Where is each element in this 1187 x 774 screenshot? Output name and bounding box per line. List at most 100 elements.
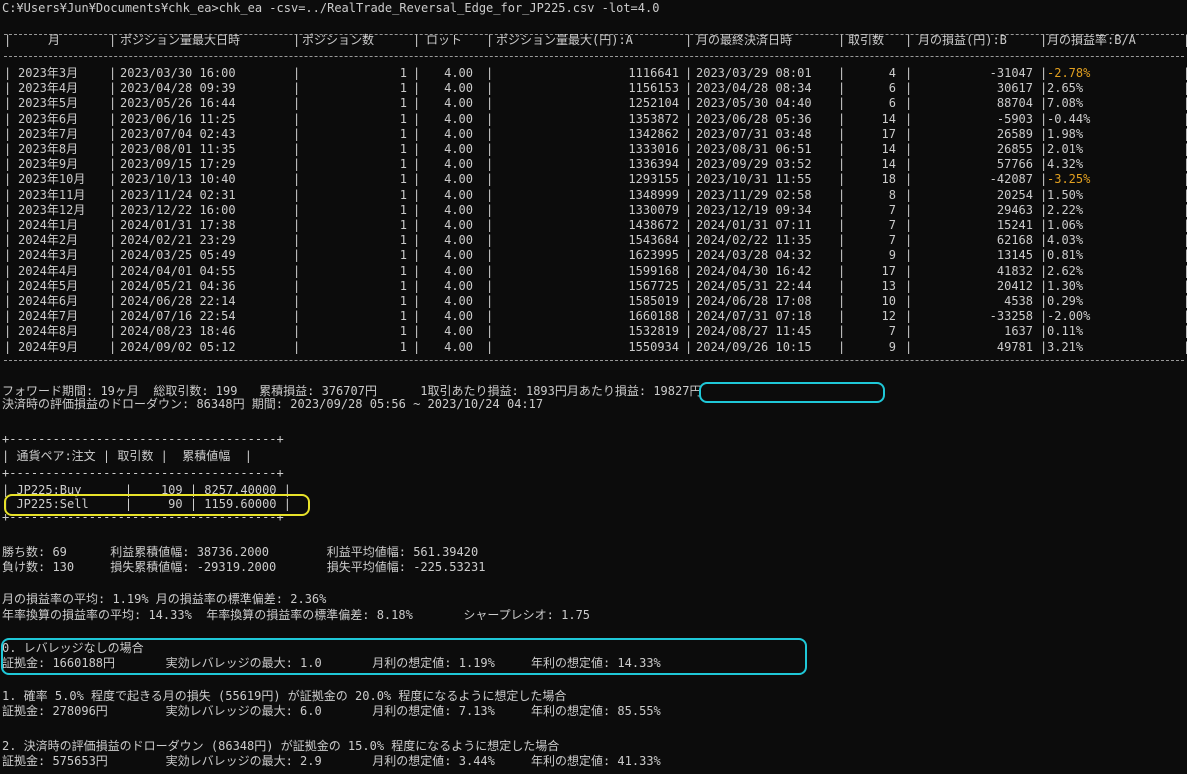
column-separator: |: [293, 33, 301, 47]
column-separator: |: [4, 81, 12, 96]
column-separator: |: [685, 81, 693, 96]
column-separator: |: [1183, 157, 1187, 172]
column-separator: |: [4, 96, 12, 111]
column-separator: |: [1183, 81, 1187, 96]
table-cell: 1: [399, 66, 407, 80]
column-separator: |: [685, 126, 693, 141]
table-cell: 2024/04/01 04:55: [120, 263, 236, 278]
column-separator: |: [1183, 111, 1187, 126]
column-separator: |: [4, 309, 12, 324]
column-separator: |: [4, 218, 12, 232]
table-cell: 2023/10/31 11:55: [696, 172, 812, 187]
column-separator: |: [838, 324, 846, 339]
column-header: ポジション量最大日時: [120, 33, 241, 47]
table-cell: 30617: [996, 81, 1033, 96]
pair-table-border-top: +-------------------------------------+: [2, 432, 284, 446]
table-cell: 2023/03/29 08:01: [696, 66, 812, 80]
table-cell: 1: [399, 202, 407, 217]
table-cell: 4.00: [444, 294, 473, 308]
table-cell: 1550934: [628, 339, 679, 354]
table-cell: 2024/05/31 22:44: [696, 278, 812, 293]
table-cell: 1: [399, 187, 407, 202]
table-cell: 62168: [996, 233, 1033, 248]
column-header: 取引数: [848, 33, 885, 47]
table-cell: 1: [399, 294, 407, 308]
table-cell: 2024/06/28 17:08: [696, 294, 812, 308]
table-cell: 4: [888, 66, 896, 80]
stats-losses: 負け数: 130 損失累積値幅: -29319.2000 損失平均値幅: -22…: [2, 560, 486, 574]
table-cell: 1: [399, 248, 407, 263]
table-cell: 2023/03/30 16:00: [120, 66, 236, 80]
table-cell: -31047: [989, 66, 1033, 80]
table-cell: 0.29%: [1047, 294, 1084, 308]
column-separator: |: [685, 111, 693, 126]
table-cell: 0.11%: [1047, 324, 1084, 339]
table-cell: 2023年7月: [18, 126, 79, 141]
column-separator: |: [685, 96, 693, 111]
column-separator: |: [109, 248, 117, 263]
table-cell: 2024/02/22 11:35: [696, 233, 812, 248]
column-separator: |: [109, 339, 117, 354]
highlight-sell-row: [4, 494, 310, 516]
column-separator: |: [1183, 142, 1187, 156]
table-cell: 2023/08/01 11:35: [120, 142, 236, 156]
stats-wins: 勝ち数: 69 利益累積値幅: 38736.2000 利益平均値幅: 561.3…: [2, 545, 479, 559]
table-cell: 2023/11/29 02:58: [696, 187, 812, 202]
column-separator: |: [109, 202, 117, 217]
table-cell: 2024年5月: [18, 278, 79, 293]
column-header: 月の損益(円):B: [918, 33, 1007, 47]
table-cell: 2024/09/02 05:12: [120, 339, 236, 354]
table-cell: 2023/06/28 05:36: [696, 111, 812, 126]
table-cell: 17: [881, 126, 896, 141]
column-separator: |: [4, 33, 12, 47]
column-separator: |: [685, 33, 693, 47]
table-cell: 29463: [996, 202, 1033, 217]
table-cell: 41832: [996, 263, 1033, 278]
column-separator: |: [109, 263, 117, 278]
table-cell: 49781: [996, 339, 1033, 354]
table-cell: 2023/10/13 10:40: [120, 172, 236, 187]
highlight-monthly-profit: [699, 382, 885, 403]
table-cell: 15241: [996, 218, 1033, 232]
table-cell: 1: [399, 111, 407, 126]
table-cell: 4.00: [444, 96, 473, 111]
column-separator: |: [4, 294, 12, 308]
table-cell: 1: [399, 233, 407, 248]
column-separator: |: [685, 218, 693, 232]
column-separator: |: [685, 172, 693, 187]
stats-annual-avg: 年率換算の損益率の平均: 14.33% 年率換算の損益率の標準偏差: 8.18%…: [2, 608, 591, 622]
table-cell: 1: [399, 278, 407, 293]
column-separator: |: [685, 263, 693, 278]
column-separator: |: [1183, 233, 1187, 248]
table-cell: 1660188: [628, 309, 679, 324]
table-cell: 4.00: [444, 278, 473, 293]
table-cell: 2023年5月: [18, 96, 79, 111]
column-separator: |: [4, 142, 12, 156]
table-cell: 2024/03/25 05:49: [120, 248, 236, 263]
column-separator: |: [1183, 33, 1187, 47]
table-cell: 1.98%: [1047, 126, 1084, 141]
column-separator: |: [838, 157, 846, 172]
column-separator: |: [109, 218, 117, 232]
table-cell: 14: [881, 157, 896, 172]
table-cell: 2024/06/28 22:14: [120, 294, 236, 308]
table-cell: 1.30%: [1047, 278, 1084, 293]
table-cell: 18: [881, 172, 896, 187]
table-cell: 1252104: [628, 96, 679, 111]
column-separator: |: [838, 233, 846, 248]
column-separator: |: [109, 142, 117, 156]
column-separator: |: [4, 66, 12, 80]
table-cell: 1: [399, 157, 407, 172]
table-cell: 1: [399, 324, 407, 339]
table-cell: -33258: [989, 309, 1033, 324]
table-cell: 2024/02/21 23:29: [120, 233, 236, 248]
table-cell: 2024/07/31 07:18: [696, 309, 812, 324]
column-separator: |: [109, 157, 117, 172]
table-cell: 12: [881, 309, 896, 324]
table-cell: 1567725: [628, 278, 679, 293]
table-cell: 1333016: [628, 142, 679, 156]
table-cell: 2023/09/29 03:52: [696, 157, 812, 172]
column-separator: |: [685, 202, 693, 217]
column-separator: |: [109, 126, 117, 141]
table-cell: 2024年7月: [18, 309, 79, 324]
